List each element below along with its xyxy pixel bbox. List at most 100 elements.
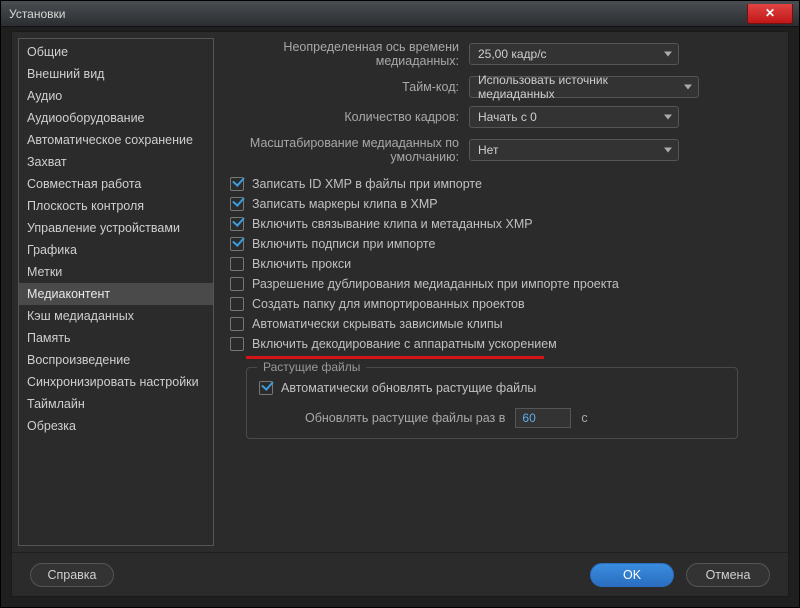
check-label: Записать маркеры клипа в XMP — [252, 197, 438, 211]
ok-button[interactable]: OK — [590, 563, 674, 587]
sidebar-item-label: Графика — [27, 243, 77, 257]
sidebar-item-timeline[interactable]: Таймлайн — [19, 393, 213, 415]
check-label: Записать ID XMP в файлы при импорте — [252, 177, 482, 191]
sidebar-item-audio[interactable]: Аудио — [19, 85, 213, 107]
row-defaultscale: Масштабирование медиаданных по умолчанию… — [224, 136, 770, 164]
check-label: Автоматически скрывать зависимые клипы — [252, 317, 503, 331]
sidebar-item-label: Общие — [27, 45, 68, 59]
sidebar-item-label: Захват — [27, 155, 67, 169]
sidebar-item-audio-hardware[interactable]: Аудиооборудование — [19, 107, 213, 129]
sidebar-item-graphics[interactable]: Графика — [19, 239, 213, 261]
sidebar-item-general[interactable]: Общие — [19, 41, 213, 63]
check-label: Создать папку для импортированных проект… — [252, 297, 525, 311]
checkbox-icon — [230, 337, 244, 351]
refresh-interval-input[interactable]: 60 — [515, 408, 571, 428]
checkbox-icon — [230, 317, 244, 331]
sidebar-item-sync-settings[interactable]: Синхронизировать настройки — [19, 371, 213, 393]
sidebar-item-media-cache[interactable]: Кэш медиаданных — [19, 305, 213, 327]
dialog-body: Общие Внешний вид Аудио Аудиооборудовани… — [11, 31, 789, 597]
sidebar-item-label: Синхронизировать настройки — [27, 375, 199, 389]
growing-refresh-row: Обновлять растущие файлы раз в 60 с — [253, 408, 723, 428]
sidebar-item-media[interactable]: Медиаконтент — [19, 283, 213, 305]
check-write-clip-markers[interactable]: Записать маркеры клипа в XMP — [224, 194, 770, 214]
close-icon: ✕ — [765, 6, 775, 20]
field-label: Тайм-код: — [224, 80, 469, 94]
check-auto-hide-clips[interactable]: Автоматически скрывать зависимые клипы — [224, 314, 770, 334]
sidebar-item-autosave[interactable]: Автоматическое сохранение — [19, 129, 213, 151]
sidebar-item-label: Автоматическое сохранение — [27, 133, 193, 147]
check-enable-proxies[interactable]: Включить прокси — [224, 254, 770, 274]
chevron-down-icon — [664, 148, 672, 153]
check-label: Автоматически обновлять растущие файлы — [281, 381, 536, 395]
defaultscale-select[interactable]: Нет — [469, 139, 679, 161]
checkbox-icon — [230, 297, 244, 311]
check-link-clip-xmp[interactable]: Включить связывание клипа и метаданных X… — [224, 214, 770, 234]
checkbox-icon — [230, 177, 244, 191]
input-value: 60 — [522, 411, 535, 425]
sidebar-item-playback[interactable]: Воспроизведение — [19, 349, 213, 371]
cancel-button[interactable]: Отмена — [686, 563, 770, 587]
sidebar-item-labels[interactable]: Метки — [19, 261, 213, 283]
checkbox-group: Записать ID XMP в файлы при импорте Запи… — [224, 174, 770, 354]
sidebar-item-trim[interactable]: Обрезка — [19, 415, 213, 437]
check-write-xmp-id[interactable]: Записать ID XMP в файлы при импорте — [224, 174, 770, 194]
row-framecount: Количество кадров: Начать с 0 — [224, 106, 770, 128]
row-timebase: Неопределенная ось времени медиаданных: … — [224, 40, 770, 68]
sidebar-item-label: Совместная работа — [27, 177, 141, 191]
window-title: Установки — [9, 7, 65, 21]
checkbox-icon — [259, 381, 273, 395]
sidebar-item-label: Кэш медиаданных — [27, 309, 134, 323]
checkbox-icon — [230, 217, 244, 231]
sidebar-item-collaboration[interactable]: Совместная работа — [19, 173, 213, 195]
close-button[interactable]: ✕ — [747, 4, 793, 24]
refresh-label: Обновлять растущие файлы раз в — [305, 411, 505, 425]
sidebar-item-memory[interactable]: Память — [19, 327, 213, 349]
sidebar-item-label: Метки — [27, 265, 62, 279]
check-label: Включить подписи при импорте — [252, 237, 435, 251]
check-captions-on-import[interactable]: Включить подписи при импорте — [224, 234, 770, 254]
sidebar-item-control-surface[interactable]: Плоскость контроля — [19, 195, 213, 217]
chevron-down-icon — [664, 52, 672, 57]
sidebar: Общие Внешний вид Аудио Аудиооборудовани… — [18, 38, 214, 546]
check-hw-decoding[interactable]: Включить декодирование с аппаратным уско… — [224, 334, 770, 354]
chevron-down-icon — [664, 115, 672, 120]
help-button[interactable]: Справка — [30, 563, 114, 587]
checkbox-icon — [230, 237, 244, 251]
fieldset-legend: Растущие файлы — [257, 360, 366, 374]
highlight-underline — [246, 356, 544, 359]
check-label: Включить прокси — [252, 257, 351, 271]
check-label: Включить связывание клипа и метаданных X… — [252, 217, 533, 231]
sidebar-item-appearance[interactable]: Внешний вид — [19, 63, 213, 85]
select-value: Начать с 0 — [478, 110, 537, 124]
sidebar-item-device-control[interactable]: Управление устройствами — [19, 217, 213, 239]
button-label: Отмена — [706, 568, 751, 582]
sidebar-item-label: Медиаконтент — [27, 287, 110, 301]
select-value: Нет — [478, 143, 498, 157]
chevron-down-icon — [684, 85, 692, 90]
select-value: Использовать источник медиаданных — [478, 73, 676, 101]
button-label: Справка — [47, 568, 96, 582]
timebase-select[interactable]: 25,00 кадр/с — [469, 43, 679, 65]
select-value: 25,00 кадр/с — [478, 47, 547, 61]
sidebar-item-label: Воспроизведение — [27, 353, 130, 367]
dialog-footer: Справка OK Отмена — [12, 552, 788, 596]
check-create-folder[interactable]: Создать папку для импортированных проект… — [224, 294, 770, 314]
check-auto-refresh-growing[interactable]: Автоматически обновлять растущие файлы — [253, 378, 723, 398]
sidebar-item-capture[interactable]: Захват — [19, 151, 213, 173]
sidebar-item-label: Плоскость контроля — [27, 199, 144, 213]
field-label: Количество кадров: — [224, 110, 469, 124]
timecode-select[interactable]: Использовать источник медиаданных — [469, 76, 699, 98]
sidebar-item-label: Память — [27, 331, 71, 345]
framecount-select[interactable]: Начать с 0 — [469, 106, 679, 128]
field-label: Неопределенная ось времени медиаданных: — [224, 40, 469, 68]
sidebar-item-label: Аудио — [27, 89, 62, 103]
unit-label: с — [581, 411, 587, 425]
sidebar-item-label: Обрезка — [27, 419, 76, 433]
sidebar-item-label: Управление устройствами — [27, 221, 180, 235]
field-label: Масштабирование медиаданных по умолчанию… — [224, 136, 469, 164]
sidebar-item-label: Аудиооборудование — [27, 111, 145, 125]
button-label: OK — [623, 568, 641, 582]
checkbox-icon — [230, 277, 244, 291]
row-timecode: Тайм-код: Использовать источник медиадан… — [224, 76, 770, 98]
check-allow-dup-media[interactable]: Разрешение дублирования медиаданных при … — [224, 274, 770, 294]
